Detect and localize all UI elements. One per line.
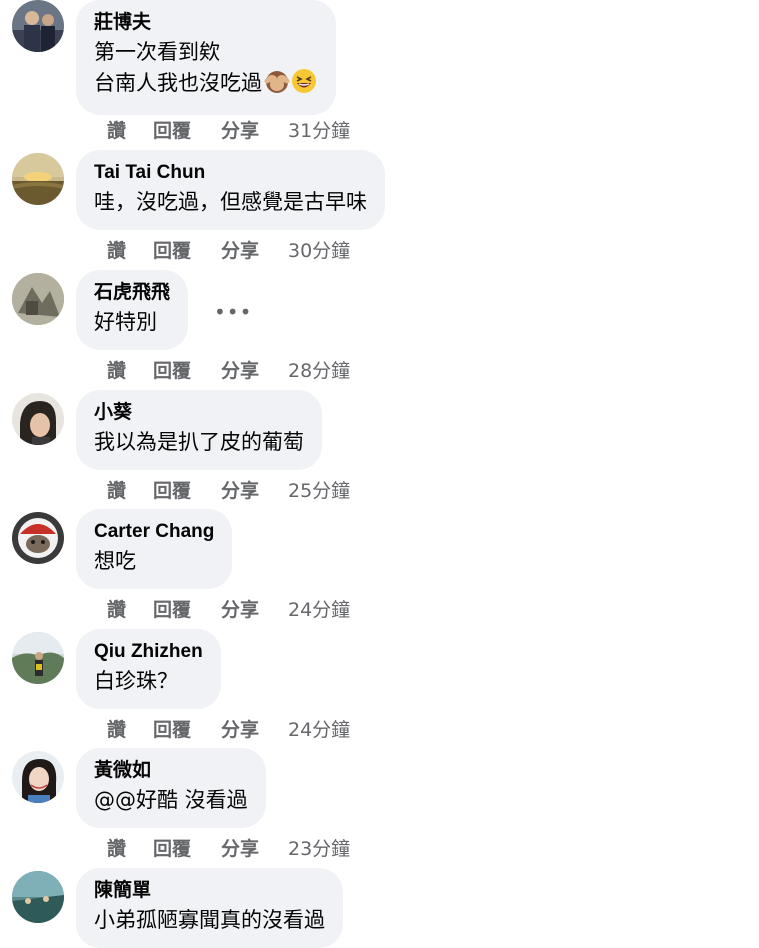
comment-text: 我以為是扒了皮的葡萄 (94, 430, 304, 454)
reply-button[interactable]: 回覆 (153, 715, 191, 742)
comment-timestamp[interactable]: 31分鐘 (288, 116, 350, 143)
comment-author[interactable]: 莊博夫 (94, 9, 318, 37)
comment-text: 好特別 (94, 310, 157, 334)
comment-item: 莊博夫 第一次看到欸 台南人我也沒吃過 讚 回覆 分享 31分鐘 (0, 0, 759, 142)
comment-timestamp[interactable]: 23分鐘 (288, 834, 350, 861)
comment-bubble: Carter Chang 想吃 (76, 509, 233, 589)
comment-text: 白珍珠？ (94, 669, 178, 693)
emoji-group (264, 68, 318, 103)
comment-timestamp[interactable]: 24分鐘 (288, 715, 350, 742)
like-button[interactable]: 讚 (107, 236, 126, 263)
share-button[interactable]: 分享 (221, 356, 259, 383)
comment-bubble: 莊博夫 第一次看到欸 台南人我也沒吃過 (76, 0, 336, 115)
share-button[interactable]: 分享 (221, 116, 259, 143)
reply-button[interactable]: 回覆 (153, 236, 191, 263)
avatar[interactable] (12, 393, 64, 445)
comment-bubble: 陳簡單 小弟孤陋寡聞真的沒看過 (76, 868, 343, 948)
comment-author[interactable]: 黃微如 (94, 757, 248, 785)
share-button[interactable]: 分享 (221, 715, 259, 742)
avatar[interactable] (12, 153, 64, 205)
laughing-face-emoji (292, 69, 316, 93)
comment-text: 台南人我也沒吃過 (94, 68, 318, 103)
comment-timestamp[interactable]: 30分鐘 (288, 236, 350, 263)
avatar[interactable] (12, 751, 64, 803)
share-button[interactable]: 分享 (221, 476, 259, 503)
more-options-icon[interactable]: ••• (214, 300, 252, 324)
comment-author[interactable]: 石虎飛飛 (94, 279, 170, 307)
avatar[interactable] (12, 0, 64, 52)
comment-author[interactable]: 陳簡單 (94, 877, 325, 905)
like-button[interactable]: 讚 (107, 356, 126, 383)
see-no-evil-monkey-emoji (264, 71, 290, 93)
comment-author[interactable]: Carter Chang (94, 518, 214, 546)
reply-button[interactable]: 回覆 (153, 476, 191, 503)
comment-item: 小葵 我以為是扒了皮的葡萄 讚 回覆 分享 25分鐘 (0, 390, 759, 510)
like-button[interactable]: 讚 (107, 834, 126, 861)
avatar-photo (12, 273, 64, 325)
comment-item: 石虎飛飛 好特別 讚 回覆 分享 28分鐘 (0, 270, 759, 390)
comment-bubble: Tai Tai Chun 哇，沒吃過，但感覺是古早味 (76, 150, 385, 230)
like-button[interactable]: 讚 (107, 715, 126, 742)
comment-text: 小弟孤陋寡聞真的沒看過 (94, 908, 325, 932)
comment-text: 第一次看到欸 (94, 40, 220, 64)
avatar-photo (12, 393, 64, 445)
avatar-photo (12, 751, 64, 803)
avatar[interactable] (12, 871, 64, 923)
share-button[interactable]: 分享 (221, 834, 259, 861)
comment-bubble: 石虎飛飛 好特別 (76, 270, 189, 350)
comment-bubble: Qiu Zhizhen 白珍珠？ (76, 629, 221, 709)
comment-text: 想吃 (94, 549, 136, 573)
comment-author[interactable]: Tai Tai Chun (94, 159, 367, 187)
avatar-photo (12, 512, 64, 564)
like-button[interactable]: 讚 (107, 116, 126, 143)
avatar[interactable] (12, 632, 64, 684)
reply-button[interactable]: 回覆 (153, 356, 191, 383)
comment-timestamp[interactable]: 25分鐘 (288, 476, 350, 503)
comment-text-segment: 台南人我也沒吃過 (94, 71, 262, 95)
comment-item: Qiu Zhizhen 白珍珠？ 讚 回覆 分享 24分鐘 (0, 629, 759, 749)
reply-button[interactable]: 回覆 (153, 595, 191, 622)
avatar[interactable] (12, 512, 64, 564)
comment-author[interactable]: 小葵 (94, 399, 304, 427)
comment-item: Carter Chang 想吃 讚 回覆 分享 24分鐘 (0, 509, 759, 629)
share-button[interactable]: 分享 (221, 236, 259, 263)
comment-item: 陳簡單 小弟孤陋寡聞真的沒看過 (0, 868, 759, 948)
comment-text: 哇，沒吃過，但感覺是古早味 (94, 190, 367, 214)
reply-button[interactable]: 回覆 (153, 834, 191, 861)
avatar-photo (12, 632, 64, 684)
like-button[interactable]: 讚 (107, 595, 126, 622)
share-button[interactable]: 分享 (221, 595, 259, 622)
reply-button[interactable]: 回覆 (153, 116, 191, 143)
avatar-photo (12, 871, 64, 923)
comment-author[interactable]: Qiu Zhizhen (94, 638, 203, 666)
avatar-photo (12, 153, 64, 205)
comment-bubble: 黃微如 @@好酷 沒看過 (76, 748, 266, 828)
comment-text: @@好酷 沒看過 (94, 788, 248, 812)
comment-item: Tai Tai Chun 哇，沒吃過，但感覺是古早味 讚 回覆 分享 30分鐘 (0, 150, 759, 270)
avatar[interactable] (12, 273, 64, 325)
avatar-photo (12, 0, 64, 52)
comment-timestamp[interactable]: 24分鐘 (288, 595, 350, 622)
comment-item: 黃微如 @@好酷 沒看過 讚 回覆 分享 23分鐘 (0, 748, 759, 868)
comment-bubble: 小葵 我以為是扒了皮的葡萄 (76, 390, 322, 470)
comment-timestamp[interactable]: 28分鐘 (288, 356, 350, 383)
like-button[interactable]: 讚 (107, 476, 126, 503)
